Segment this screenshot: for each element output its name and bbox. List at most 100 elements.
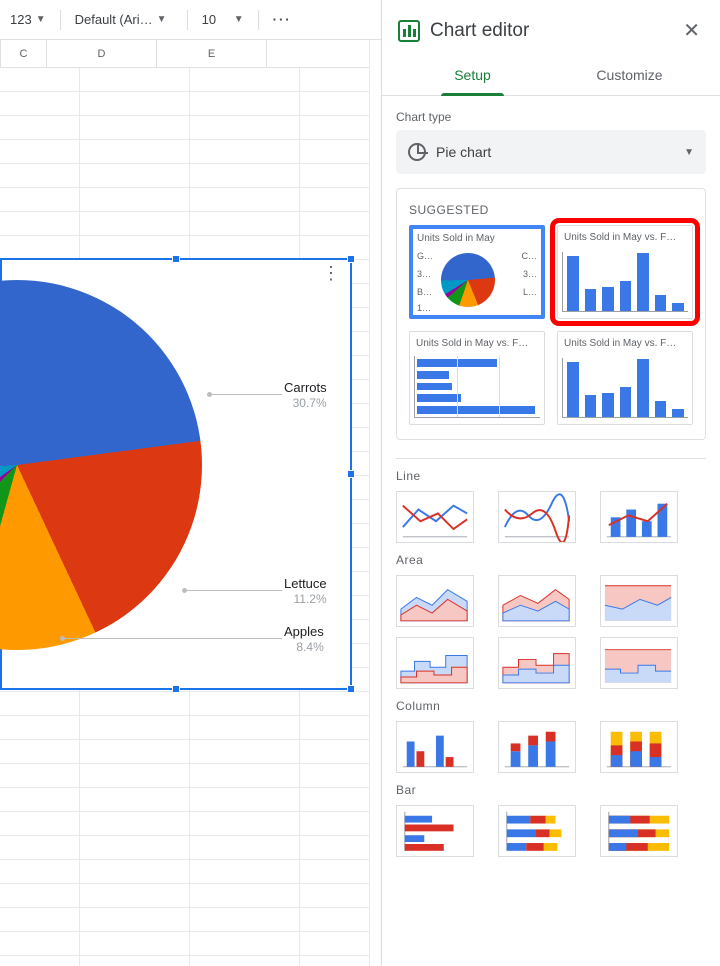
resize-handle[interactable] <box>347 470 355 478</box>
suggested-card-title: Units Sold in May vs. F… <box>414 336 540 353</box>
suggested-block: SUGGESTED Units Sold in May G… C… 3… 3… … <box>396 188 706 440</box>
chart-label-lettuce: Lettuce 11.2% <box>284 576 327 606</box>
label-pct: 8.4% <box>284 640 324 654</box>
section-column-title: Column <box>396 699 706 713</box>
full-stacked-area-chart-thumb[interactable] <box>600 575 678 627</box>
area-chart-thumb[interactable] <box>396 575 474 627</box>
resize-handle[interactable] <box>172 685 180 693</box>
line-chart-thumb[interactable] <box>396 491 474 543</box>
section-bar-title: Bar <box>396 783 706 797</box>
suggested-card-title: Units Sold in May <box>415 231 539 248</box>
mini-legend: G… <box>417 251 433 262</box>
suggested-chart-column-highlighted[interactable]: Units Sold in May vs. F… <box>557 225 693 319</box>
mini-pie <box>441 253 495 307</box>
mini-column-chart <box>562 252 688 312</box>
column-chart-thumb[interactable] <box>396 721 474 773</box>
toolbar-separator <box>258 10 259 30</box>
suggested-chart-pie[interactable]: Units Sold in May G… C… 3… 3… B… L… 1… <box>409 225 545 319</box>
chart-label-carrots: Carrots 30.7% <box>284 380 327 410</box>
font-size-dropdown[interactable]: 10 ▼ <box>196 6 250 34</box>
chart-label-apples: Apples 8.4% <box>284 624 324 654</box>
leader-line <box>187 590 282 591</box>
full-stacked-column-chart-thumb[interactable] <box>600 721 678 773</box>
editor-tabs: Setup Customize <box>382 57 720 96</box>
font-dropdown[interactable]: Default (Ari… ▼ <box>69 6 179 34</box>
smooth-line-chart-thumb[interactable] <box>498 491 576 543</box>
resize-handle[interactable] <box>172 255 180 263</box>
area-chart-thumbs-row2 <box>396 637 706 689</box>
tab-customize[interactable]: Customize <box>551 57 708 95</box>
chart-type-dropdown[interactable]: Pie chart ▼ <box>396 130 706 174</box>
column-header[interactable]: C <box>1 40 47 67</box>
tab-setup[interactable]: Setup <box>394 57 551 95</box>
divider <box>396 458 706 459</box>
leader-line <box>212 394 282 395</box>
mini-legend: B… <box>417 287 432 298</box>
suggested-card-title: Units Sold in May vs. F… <box>562 230 688 247</box>
section-line-title: Line <box>396 469 706 483</box>
selected-chart-object[interactable]: ⋮ Carrots 30.7% Lettuce 11.2% Apples 8.4… <box>0 258 352 690</box>
resize-handle[interactable] <box>347 255 355 263</box>
caret-down-icon: ▼ <box>684 147 694 158</box>
resize-handle[interactable] <box>347 685 355 693</box>
caret-down-icon: ▼ <box>36 14 46 25</box>
label-text: Carrots <box>284 380 327 396</box>
bar-chart-thumbs <box>396 805 706 857</box>
label-pct: 30.7% <box>284 396 327 410</box>
full-stacked-stepped-area-chart-thumb[interactable] <box>600 637 678 689</box>
editor-header: Chart editor ✕ <box>382 0 720 57</box>
stacked-bar-chart-thumb[interactable] <box>498 805 576 857</box>
leader-dot <box>60 636 65 641</box>
column-header[interactable]: E <box>157 40 267 67</box>
grid[interactable]: ⋮ Carrots 30.7% Lettuce 11.2% Apples 8.4… <box>0 68 369 966</box>
section-area-title: Area <box>396 553 706 567</box>
chart-editor-panel: Chart editor ✕ Setup Customize Chart typ… <box>381 0 720 966</box>
suggested-chart-column[interactable]: Units Sold in May vs. F… <box>557 331 693 425</box>
mini-legend: 1… <box>417 303 431 314</box>
pie-chart <box>0 280 202 650</box>
mini-legend: 3… <box>523 269 537 280</box>
caret-down-icon: ▼ <box>234 14 244 25</box>
editor-title: Chart editor <box>430 20 669 42</box>
full-stacked-bar-chart-thumb[interactable] <box>600 805 678 857</box>
stacked-area-chart-thumb[interactable] <box>498 575 576 627</box>
stacked-column-chart-thumb[interactable] <box>498 721 576 773</box>
toolbar-separator <box>60 10 61 30</box>
column-header[interactable]: D <box>47 40 157 67</box>
font-label: Default (Ari… <box>75 12 153 27</box>
column-chart-thumbs <box>396 721 706 773</box>
area-chart-thumbs-row1 <box>396 575 706 627</box>
toolbar-separator <box>187 10 188 30</box>
leader-dot <box>207 392 212 397</box>
mini-legend: L… <box>523 287 537 298</box>
chart-type-field-label: Chart type <box>396 110 706 124</box>
combo-chart-thumb[interactable] <box>600 491 678 543</box>
label-pct: 11.2% <box>284 592 327 606</box>
font-size-label: 10 <box>202 12 216 27</box>
number-format-dropdown[interactable]: 123 ▼ <box>4 6 52 34</box>
section-suggested-title: SUGGESTED <box>409 203 693 217</box>
leader-dot <box>182 588 187 593</box>
line-chart-thumbs <box>396 491 706 543</box>
column-headers: C D E <box>0 40 369 68</box>
stepped-area-chart-thumb[interactable] <box>396 637 474 689</box>
suggested-card-title: Units Sold in May vs. F… <box>562 336 688 353</box>
spreadsheet-area[interactable]: C D E ⋮ Carrots 30.7% Lettuce <box>0 40 370 966</box>
mini-bar-chart <box>414 356 540 418</box>
chart-type-value: Pie chart <box>436 144 674 160</box>
caret-down-icon: ▼ <box>157 14 167 25</box>
close-button[interactable]: ✕ <box>679 14 704 47</box>
toolbar-more-button[interactable]: ··· <box>267 6 298 34</box>
leader-line <box>64 638 282 639</box>
label-text: Lettuce <box>284 576 327 592</box>
more-icon: ··· <box>273 12 292 27</box>
chart-menu-button[interactable]: ⋮ <box>322 270 340 276</box>
bar-chart-thumb[interactable] <box>396 805 474 857</box>
mini-column-chart <box>562 358 688 418</box>
suggested-chart-bar[interactable]: Units Sold in May vs. F… <box>409 331 545 425</box>
stacked-stepped-area-chart-thumb[interactable] <box>498 637 576 689</box>
chart-editor-icon <box>398 20 420 42</box>
pie-slices <box>0 280 202 650</box>
mini-legend: 3… <box>417 269 431 280</box>
label-text: Apples <box>284 624 324 640</box>
